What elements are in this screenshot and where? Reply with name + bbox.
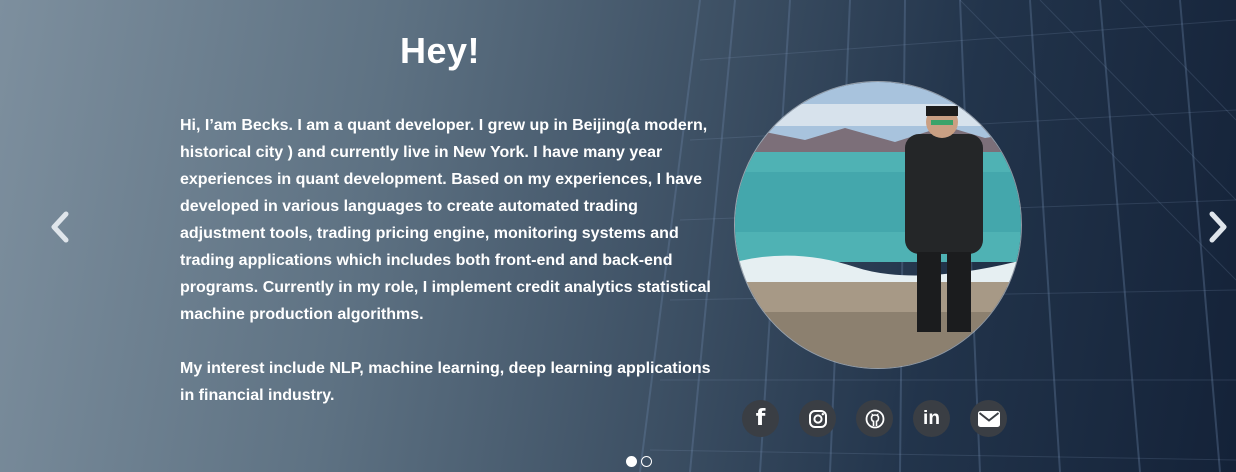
facebook-icon: f (755, 406, 766, 431)
carousel-next-button[interactable] (1206, 209, 1230, 245)
social-links: f in (742, 400, 1007, 437)
instagram-link[interactable] (799, 400, 836, 437)
chevron-right-icon (1209, 211, 1227, 243)
linkedin-icon: in (923, 407, 940, 429)
carousel-prev-button[interactable] (48, 209, 72, 245)
interests-paragraph: My interest include NLP, machine learnin… (180, 360, 711, 404)
bio-paragraph: Hi, I’am Becks. I am a quant developer. … (180, 117, 711, 323)
email-link[interactable] (970, 400, 1007, 437)
chevron-left-icon (51, 211, 69, 243)
github-icon (865, 409, 884, 428)
carousel: Hey! Hi, I’am Becks. I am a quant develo… (0, 0, 1236, 472)
indicator-dot[interactable] (641, 456, 652, 467)
bio-text: Hi, I’am Becks. I am a quant developer. … (180, 112, 715, 409)
instagram-icon (808, 409, 827, 428)
github-link[interactable] (856, 400, 893, 437)
linkedin-link[interactable]: in (913, 400, 950, 437)
facebook-link[interactable]: f (742, 400, 779, 437)
slide-title: Hey! (399, 30, 481, 71)
envelope-icon (977, 410, 1000, 427)
indicator-dot-active[interactable] (626, 456, 637, 467)
carousel-indicators (626, 456, 652, 467)
profile-photo (734, 81, 1022, 369)
